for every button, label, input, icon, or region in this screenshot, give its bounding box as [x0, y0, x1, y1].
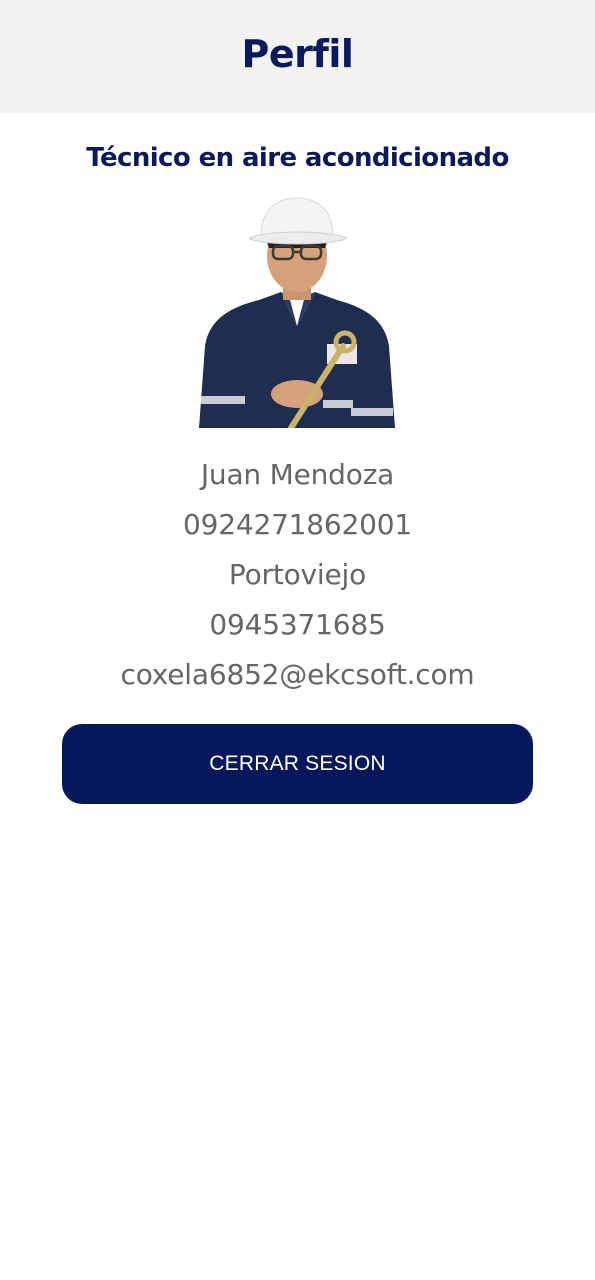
- logout-button-label: CERRAR SESION: [209, 752, 386, 775]
- logout-button[interactable]: CERRAR SESION: [62, 724, 533, 804]
- profile-role: Técnico en aire acondicionado: [86, 143, 509, 173]
- top-app-bar: Perfil: [0, 0, 595, 113]
- profile-photo: [197, 196, 397, 431]
- profile-name: Juan Mendoza: [200, 458, 395, 491]
- page-title: Perfil: [241, 32, 354, 76]
- profile-id-number: 0924271862001: [183, 508, 412, 541]
- profile-city: Portoviejo: [228, 558, 367, 591]
- profile-phone: 0945371685: [209, 608, 386, 641]
- profile-email: coxela6852@ekcsoft.com: [120, 658, 475, 691]
